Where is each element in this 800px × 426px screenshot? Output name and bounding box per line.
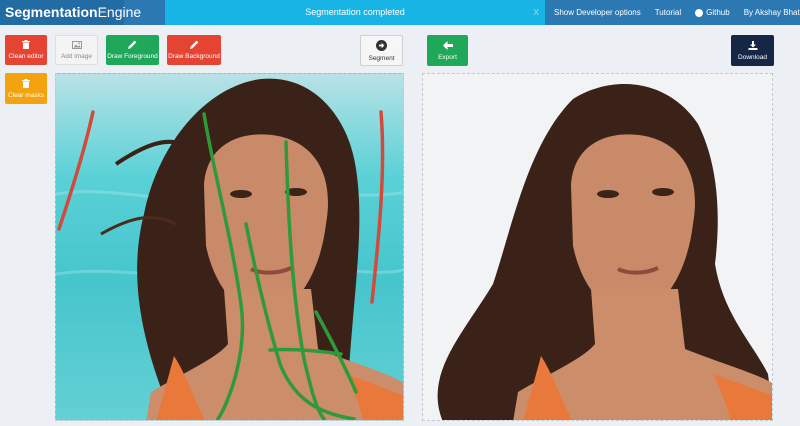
brand-bold: Segmentation (5, 4, 98, 20)
download-label: Download (738, 53, 767, 61)
add-image-label: Add image (60, 52, 93, 60)
status-notice: Segmentation completed x (165, 0, 545, 25)
arrow-left-icon (442, 40, 453, 50)
output-canvas (422, 73, 773, 421)
editor-image (56, 78, 403, 420)
add-image-button[interactable]: Add image (55, 35, 98, 65)
clear-masks-button[interactable]: Clear masks (5, 73, 47, 104)
nav-author[interactable]: By Akshay Bhat (744, 0, 800, 25)
pencil-icon (189, 40, 198, 49)
pencil-icon (128, 40, 137, 49)
segmented-image (437, 84, 772, 420)
close-icon[interactable]: x (534, 0, 540, 25)
image-icon (71, 40, 82, 49)
brand-light: Engine (97, 4, 142, 20)
segment-label: Segment (368, 54, 395, 62)
export-label: Export (438, 53, 457, 61)
clean-editor-button[interactable]: Clean editor (5, 35, 47, 65)
nav-links: Show Developer options Tutorial Github B… (554, 0, 800, 25)
nav-tutorial[interactable]: Tutorial (655, 0, 681, 25)
draw-foreground-button[interactable]: Draw Foreground (106, 35, 159, 65)
download-icon (748, 40, 757, 50)
draw-foreground-label: Draw Foreground (107, 53, 158, 60)
github-icon (695, 8, 704, 17)
arrow-right-circle-icon (376, 39, 387, 51)
nav-github-label: Github (706, 8, 730, 17)
draw-background-button[interactable]: Draw Background (167, 35, 221, 65)
trash-icon (22, 78, 30, 88)
clean-editor-label: Clean editor (8, 53, 44, 60)
clear-masks-label: Clear masks (7, 91, 45, 99)
nav-developer-options[interactable]: Show Developer options (554, 0, 641, 25)
editor-canvas[interactable] (55, 73, 404, 421)
trash-icon (22, 40, 30, 49)
nav-github[interactable]: Github (695, 0, 730, 25)
status-notice-text: Segmentation completed (305, 7, 405, 17)
export-button[interactable]: Export (427, 35, 468, 66)
top-navbar: SegmentationEngine Segmentation complete… (0, 0, 800, 25)
draw-background-label: Draw Background (168, 53, 220, 60)
segment-button[interactable]: Segment (360, 35, 403, 66)
app-brand[interactable]: SegmentationEngine (0, 0, 141, 25)
download-button[interactable]: Download (731, 35, 774, 66)
